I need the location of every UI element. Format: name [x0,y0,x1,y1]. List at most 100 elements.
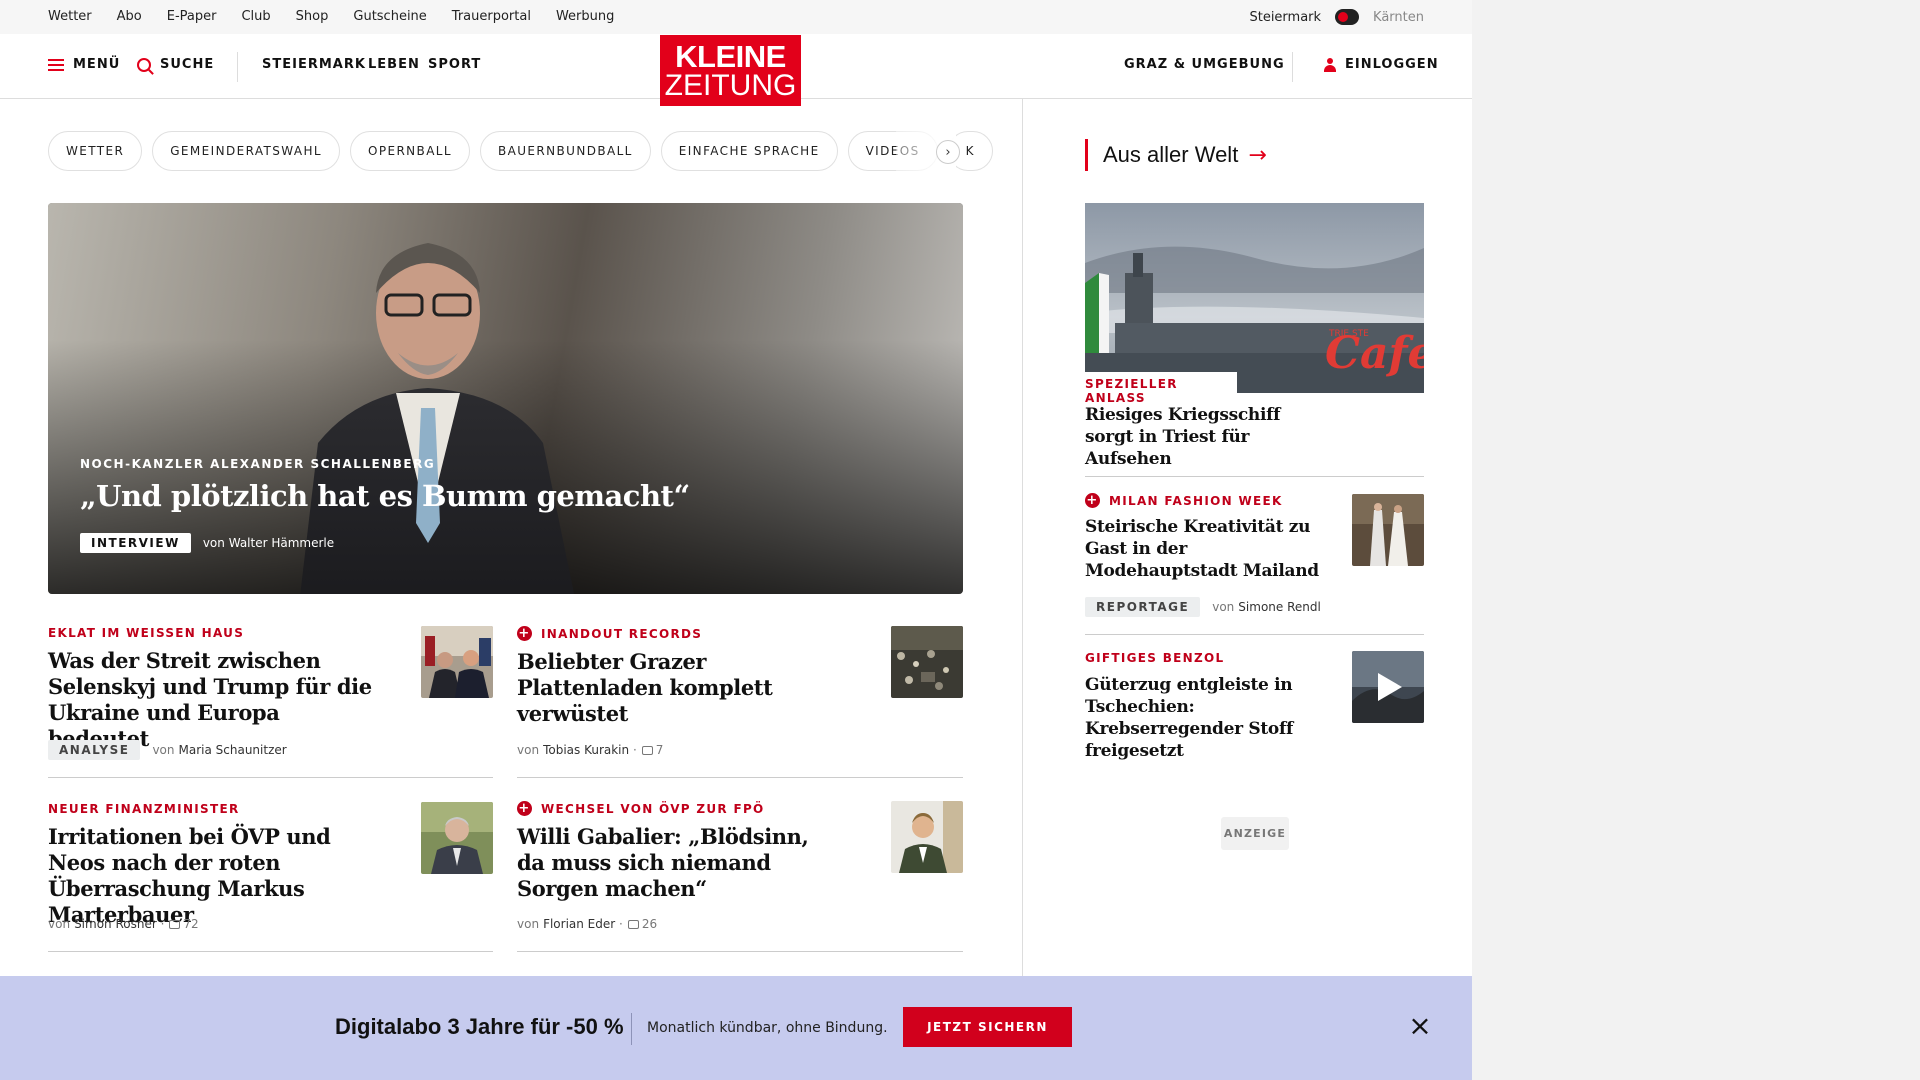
comment-count[interactable]: 72 [183,917,198,931]
menu-button[interactable]: MENÜ [48,57,120,72]
article-thumbnail[interactable] [1352,494,1424,566]
utility-link-shop[interactable]: Shop [296,9,329,24]
region-toggle[interactable] [1335,9,1360,25]
lead-kicker-box: SPEZIELLER ANLASS [1085,372,1237,405]
article-kicker: GIFTIGES BENZOL [1085,651,1225,665]
article-title[interactable]: Steirische Kreativität zu Gast in der Mo… [1085,516,1325,582]
article-author[interactable]: Tobias Kurakin [543,743,629,757]
plus-premium-icon: + [1085,493,1100,508]
promo-divider [631,1013,632,1045]
login-label: EINLOGGEN [1345,57,1439,72]
hero-author[interactable]: Walter Hämmerle [229,536,334,550]
thumbnail-image [421,802,493,874]
region-kaernten[interactable]: Kärnten [1373,10,1424,25]
ad-label: ANZEIGE [1221,817,1289,850]
main-nav: MENÜ SUCHE STEIERMARK LEBEN SPORT KLEINE… [0,34,1472,106]
promo-subtext: Monatlich kündbar, ohne Bindung. [647,1020,888,1036]
comment-count[interactable]: 7 [656,743,664,757]
region-switch: Steiermark Kärnten [1249,9,1424,25]
nav-divider [1292,52,1293,82]
column-divider [1022,99,1023,979]
article-thumbnail[interactable] [891,626,963,698]
article-thumbnail[interactable] [891,801,963,873]
nav-steiermark[interactable]: STEIERMARK [262,57,366,72]
lead-article-image[interactable]: Cafe TRIE STE [1085,203,1424,393]
article-thumbnail[interactable] [421,626,493,698]
region-steiermark[interactable]: Steiermark [1249,10,1321,25]
chip-wetter[interactable]: WETTER [48,131,143,171]
menu-label: MENÜ [73,57,121,72]
article-title[interactable]: Willi Gabalier: „Blödsinn, da muss sich … [517,824,842,902]
chip-einfache-sprache[interactable]: EINFACHE SPRACHE [660,131,838,171]
meta-separator: · [615,917,623,931]
thumbnail-image [1352,651,1424,723]
card-divider [48,951,493,952]
nav-sport[interactable]: SPORT [428,57,481,72]
subscribe-button[interactable]: JETZT SICHERN [903,1007,1072,1047]
login-button[interactable]: EINLOGGEN [1324,57,1439,72]
article-author[interactable]: Florian Eder [543,917,615,931]
kleine-zeitung-logo[interactable]: KLEINE ZEITUNG [660,35,801,106]
chip-opernball[interactable]: OPERNBALL [349,131,470,171]
nav-graz-umgebung[interactable]: GRAZ & UMGEBUNG [1124,57,1285,72]
comment-icon [641,745,653,755]
video-thumbnail[interactable] [1352,651,1424,723]
search-label: SUCHE [160,57,215,72]
hero-article[interactable]: NOCH-KANZLER ALEXANDER SCHALLENBERG „Und… [48,203,963,594]
meta-separator: · [629,743,637,757]
cafe-sign-small-text: TRIE STE [1328,329,1369,339]
sidebar-article[interactable]: GIFTIGES BENZOL Güterzug entgleiste in T… [1085,651,1335,762]
comment-icon [627,919,639,929]
card-divider [48,777,493,778]
utility-link-epaper[interactable]: E-Paper [167,9,217,24]
article-author[interactable]: Maria Schaunitzer [179,743,287,757]
hero-title[interactable]: „Und plötzlich hat es Bumm gemacht“ [80,479,931,513]
utility-link-werbung[interactable]: Werbung [556,9,614,24]
search-icon [137,57,151,72]
author-prefix: von [1212,600,1235,614]
section-title[interactable]: Aus aller Welt [1103,142,1238,168]
hero-kicker: NOCH-KANZLER ALEXANDER SCHALLENBERG [80,457,436,471]
meta-separator: · [156,917,165,931]
article-meta: ANALYSE von Maria Schaunitzer [48,740,287,760]
lead-kicker: SPEZIELLER ANLASS [1085,377,1178,405]
lead-article-title[interactable]: Riesiges Kriegsschiff sorgt in Triest fü… [1085,404,1315,470]
comment-count[interactable]: 26 [642,917,657,931]
hero-meta: INTERVIEW von Walter Hämmerle [80,533,931,553]
section-accent-bar [1085,139,1088,171]
plus-premium-icon: + [517,626,532,641]
article-badge: ANALYSE [48,740,141,760]
hamburger-icon [48,58,64,71]
article-thumbnail[interactable] [421,802,493,874]
card-divider [1085,634,1424,635]
sidebar-article[interactable]: + MILAN FASHION WEEK Steirische Kreativi… [1085,493,1325,582]
utility-link-wetter[interactable]: Wetter [48,9,92,24]
logo-line-2: ZEITUNG [664,69,797,102]
utility-link-trauerportal[interactable]: Trauerportal [452,9,531,24]
article-kicker: + MILAN FASHION WEEK [1085,493,1325,508]
thumbnail-image [891,626,963,698]
section-header[interactable]: Aus aller Welt → [1085,139,1267,171]
search-button[interactable]: SUCHE [137,57,214,72]
arrow-right-icon[interactable]: → [1248,143,1266,168]
utility-link-club[interactable]: Club [241,9,270,24]
article-title[interactable]: Beliebter Grazer Plattenladen komplett v… [517,649,842,727]
chevron-right-icon[interactable]: › [936,140,960,164]
close-icon[interactable]: × [1408,1012,1432,1040]
article-author[interactable]: Simon Rosner [74,917,157,931]
hero-text: NOCH-KANZLER ALEXANDER SCHALLENBERG „Und… [80,457,931,553]
article-meta: von Simon Rosner · 72 [48,917,199,931]
utility-link-gutscheine[interactable]: Gutscheine [353,9,426,24]
article-author[interactable]: Simone Rendl [1238,600,1321,614]
utility-link-abo[interactable]: Abo [117,9,142,24]
article-title[interactable]: Was der Streit zwischen Selenskyj und Tr… [48,648,373,752]
article-kicker-label: WECHSEL VON ÖVP ZUR FPÖ [541,801,765,816]
article-title[interactable]: Güterzug entgleiste in Tschechien: Krebs… [1085,674,1335,762]
chip-gemeinderatswahl[interactable]: GEMEINDERATSWAHL [152,131,340,171]
chip-bauernbundball[interactable]: BAUERNBUNDBALL [479,131,651,171]
article-title[interactable]: Irritationen bei ÖVP und Neos nach der r… [48,824,373,928]
author-prefix: von [202,536,225,550]
utility-bar: Wetter Abo E-Paper Club Shop Gutscheine … [0,0,1472,34]
author-prefix: von [517,743,540,757]
nav-leben[interactable]: LEBEN [368,57,420,72]
